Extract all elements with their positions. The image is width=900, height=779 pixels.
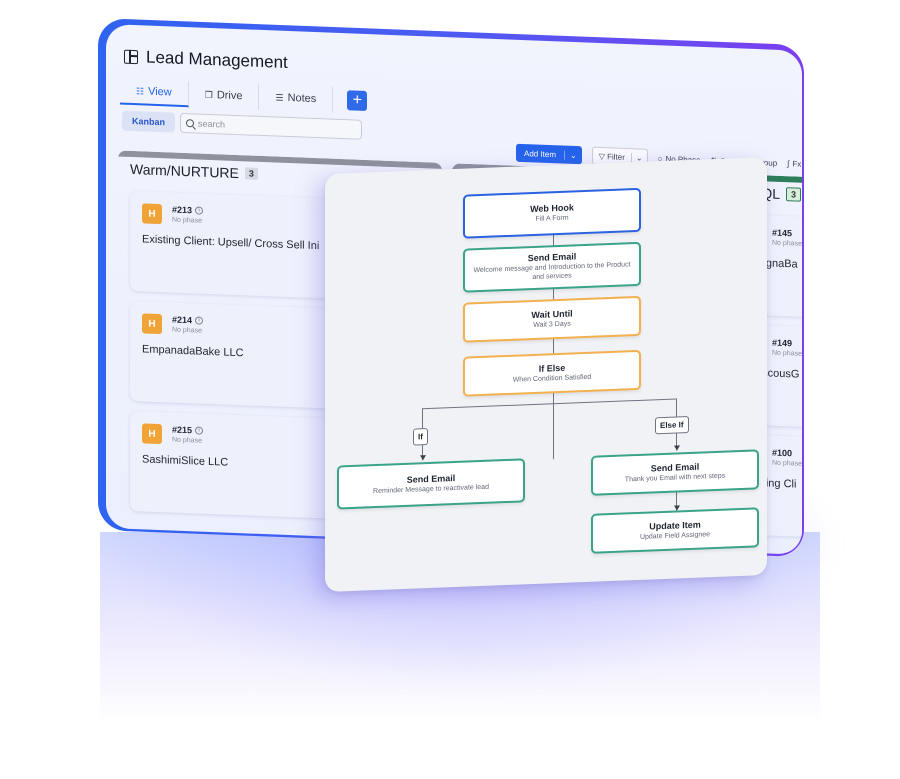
connector-line bbox=[422, 398, 676, 410]
function-icon: ∫ bbox=[787, 158, 790, 168]
card-id: #214 i bbox=[172, 314, 204, 326]
view-icon: ☷ bbox=[136, 85, 145, 96]
add-item-button[interactable]: Add Item ⌄ bbox=[516, 143, 582, 165]
card-id: #149 bbox=[772, 337, 793, 349]
notes-icon: ☰ bbox=[275, 92, 284, 103]
column-count: 3 bbox=[786, 187, 802, 202]
branch-label-if[interactable]: If bbox=[413, 428, 428, 446]
card-id: #100 bbox=[772, 447, 793, 459]
branch-label-else-if[interactable]: Else If bbox=[655, 416, 689, 435]
node-subtitle: Fill A Form bbox=[535, 214, 569, 223]
tab-notes[interactable]: ☰ Notes bbox=[259, 83, 334, 113]
card-title: EmpanadaBake LLC bbox=[142, 343, 244, 360]
flow-node-wait-until[interactable]: Wait Until Wait 3 Days bbox=[463, 295, 641, 343]
tab-label: Notes bbox=[287, 91, 317, 106]
card-id: #215 i bbox=[172, 424, 204, 436]
filter-label: ▽ Filter bbox=[593, 151, 631, 161]
node-title: Web Hook bbox=[530, 202, 574, 214]
node-title: Wait Until bbox=[531, 308, 573, 320]
workflow-panel: Web Hook Fill A Form Send Email Welcome … bbox=[325, 157, 767, 592]
search-icon bbox=[186, 119, 194, 128]
search-placeholder: search bbox=[198, 118, 226, 130]
filter-icon: ▽ bbox=[598, 151, 605, 161]
info-icon[interactable]: i bbox=[195, 426, 204, 435]
card-id-text: #214 bbox=[172, 314, 193, 326]
node-title: Update Item bbox=[649, 519, 701, 532]
arrow-down-icon bbox=[674, 445, 680, 451]
filter-text: Filter bbox=[607, 151, 625, 162]
flow-node-if-else[interactable]: If Else When Condition Satisfied bbox=[463, 349, 641, 397]
card-phase: No phase bbox=[172, 436, 202, 445]
title-row: Lead Management bbox=[124, 47, 288, 73]
card-id-text: #213 bbox=[172, 204, 193, 216]
arrow-down-icon bbox=[420, 455, 426, 461]
card-phase: No phase bbox=[772, 239, 802, 248]
card-id: #213 i bbox=[172, 204, 204, 216]
marketing-hero: Lead Management ☷ View ❐ Drive ☰ Notes +… bbox=[0, 0, 900, 779]
node-title: Send Email bbox=[527, 251, 577, 264]
tab-bar: ☷ View ❐ Drive ☰ Notes + bbox=[120, 77, 368, 117]
node-subtitle: Thank you Email with next steps bbox=[624, 472, 726, 484]
flow-node-webhook[interactable]: Web Hook Fill A Form bbox=[463, 187, 641, 239]
column-title: Warm/NURTURE bbox=[130, 160, 239, 182]
flow-node-send-email[interactable]: Send Email Welcome message and Introduct… bbox=[463, 241, 641, 293]
node-subtitle: When Condition Satisfied bbox=[512, 373, 592, 384]
card-id-text: #215 bbox=[172, 424, 193, 436]
kanban-view-button[interactable]: Kanban bbox=[122, 110, 176, 133]
node-title: Send Email bbox=[650, 461, 700, 474]
column-count: 3 bbox=[244, 167, 258, 180]
card-title: SashimiSlice LLC bbox=[142, 453, 229, 469]
card-phase: No phase bbox=[172, 216, 202, 225]
tab-view[interactable]: ☷ View bbox=[120, 78, 189, 108]
tab-drive[interactable]: ❐ Drive bbox=[188, 81, 260, 110]
flow-node-send-email-else[interactable]: Send Email Thank you Email with next ste… bbox=[591, 449, 759, 496]
chevron-down-icon[interactable]: ⌄ bbox=[564, 150, 582, 160]
tab-label: Drive bbox=[216, 89, 243, 103]
search-input[interactable]: search bbox=[180, 112, 362, 140]
info-icon[interactable]: i bbox=[195, 206, 204, 215]
add-tab-button[interactable]: + bbox=[347, 90, 368, 112]
flow-node-update-item[interactable]: Update Item Update Field Assignee bbox=[591, 507, 759, 554]
node-subtitle: Reminder Message to reactivate lead bbox=[373, 483, 489, 495]
info-icon[interactable]: i bbox=[195, 316, 204, 325]
page-title: Lead Management bbox=[146, 47, 288, 72]
card-title: Existing Client: Upsell/ Cross Sell Ini bbox=[142, 233, 320, 253]
avatar: H bbox=[142, 313, 162, 335]
drive-icon: ❐ bbox=[204, 89, 213, 100]
node-subtitle: Wait 3 Days bbox=[533, 320, 571, 329]
node-subtitle: Welcome message and Introduction to the … bbox=[473, 261, 631, 282]
node-title: If Else bbox=[538, 362, 566, 374]
card-phase: No phase bbox=[172, 326, 202, 335]
add-item-label: Add Item bbox=[524, 148, 557, 159]
card-id: #145 bbox=[772, 227, 793, 239]
node-title: Send Email bbox=[406, 472, 456, 485]
flow-node-send-email-if[interactable]: Send Email Reminder Message to reactivat… bbox=[337, 458, 525, 510]
fx-label: Fx bbox=[792, 158, 802, 169]
tab-label: View bbox=[148, 85, 172, 99]
card-phase: No phase bbox=[772, 349, 802, 358]
avatar: H bbox=[142, 203, 162, 225]
avatar: H bbox=[142, 423, 162, 445]
card-phase: No phase bbox=[772, 459, 802, 468]
fx-button[interactable]: ∫ Fx bbox=[787, 159, 801, 169]
node-subtitle: Update Field Assignee bbox=[639, 530, 711, 541]
board-icon bbox=[124, 49, 138, 65]
